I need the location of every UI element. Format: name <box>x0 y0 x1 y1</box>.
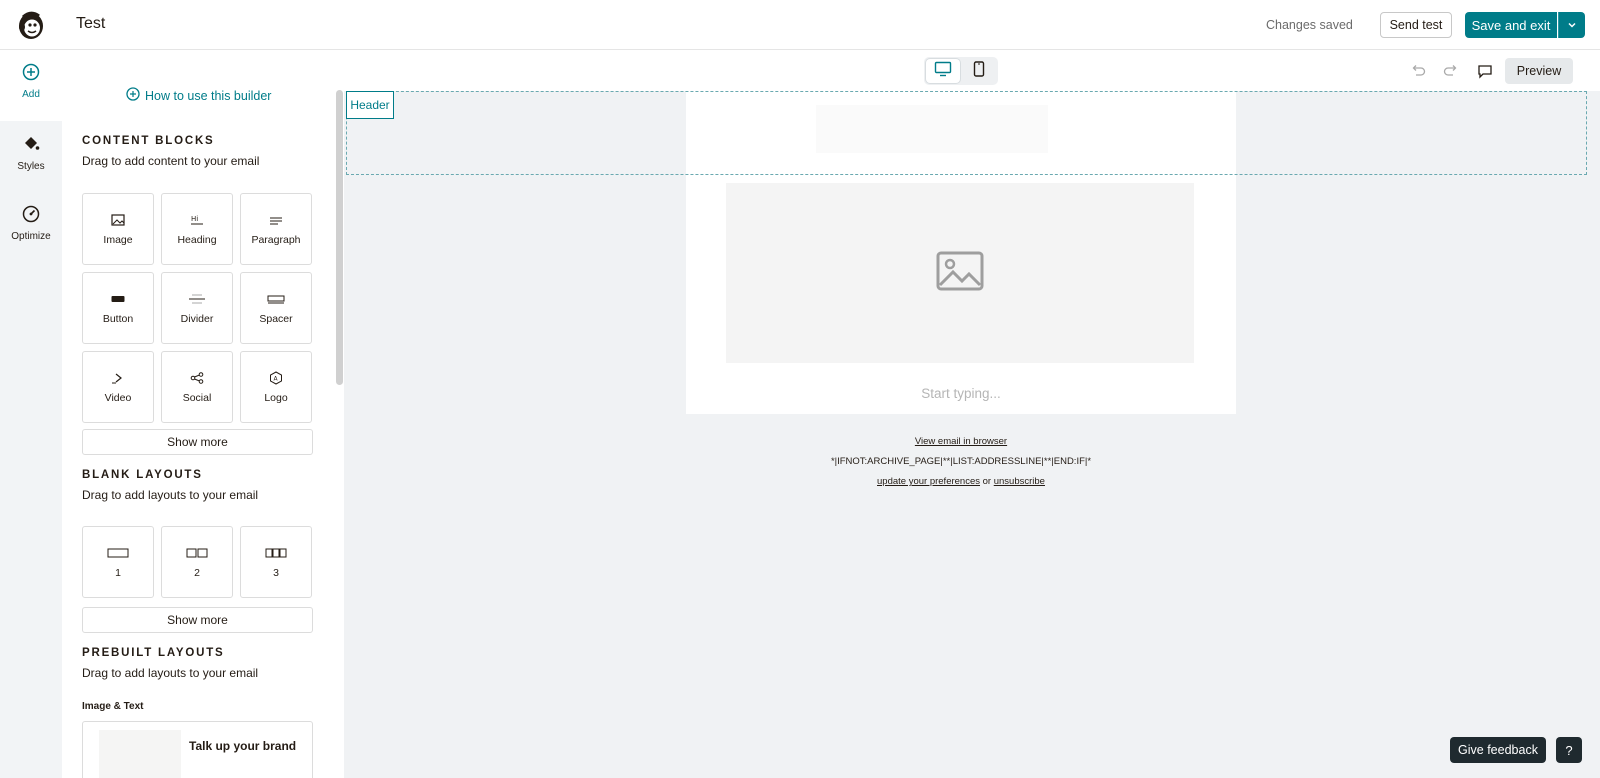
header-section-outline[interactable] <box>346 91 1587 175</box>
send-test-button[interactable]: Send test <box>1380 12 1452 38</box>
unsubscribe-link[interactable]: unsubscribe <box>994 476 1045 487</box>
block-image[interactable]: Image <box>82 193 154 265</box>
blank-layouts-subtitle: Drag to add layouts to your email <box>82 488 259 502</box>
update-preferences-link[interactable]: update your preferences <box>877 476 980 487</box>
block-button[interactable]: Button <box>82 272 154 344</box>
block-social[interactable]: Social <box>161 351 233 423</box>
block-spacer-label: Spacer <box>259 313 293 325</box>
layout-1-label: 1 <box>115 567 121 579</box>
image-block-placeholder[interactable] <box>726 183 1194 363</box>
desktop-view-button[interactable] <box>926 59 960 83</box>
plus-circle-icon <box>22 63 40 84</box>
layout-2-column[interactable]: 2 <box>161 526 233 598</box>
content-blocks-title: CONTENT BLOCKS <box>82 135 215 147</box>
rail-add-label: Add <box>22 89 40 100</box>
chevron-down-icon <box>1567 18 1577 33</box>
svg-text:Hi: Hi <box>191 215 198 223</box>
panel-scrollbar[interactable] <box>336 90 343 385</box>
footer-view-in-browser[interactable]: View email in browser <box>686 436 1236 447</box>
three-column-icon <box>265 545 287 561</box>
footer-or-text: or <box>982 476 992 487</box>
rail-add[interactable]: Add <box>0 51 62 121</box>
top-bar: Test Changes saved Send test Save and ex… <box>0 0 1600 50</box>
divider-icon <box>188 291 206 307</box>
video-icon <box>111 370 125 386</box>
svg-text:A: A <box>274 376 279 383</box>
block-image-label: Image <box>103 234 133 246</box>
image-icon <box>111 212 125 228</box>
footer-merge-line: *|IFNOT:ARCHIVE_PAGE|**|LIST:ADDRESSLINE… <box>830 456 1092 467</box>
block-spacer[interactable]: Spacer <box>240 272 312 344</box>
block-video-label: Video <box>104 392 132 404</box>
left-rail: Add Styles Optimize <box>0 51 62 778</box>
block-heading-label: Heading <box>177 234 217 246</box>
prebuilt-layouts-title: PREBUILT LAYOUTS <box>82 647 225 659</box>
sparkle-help-icon <box>126 87 140 104</box>
block-logo[interactable]: A Logo <box>240 351 312 423</box>
block-divider[interactable]: Divider <box>161 272 233 344</box>
campaign-title[interactable]: Test <box>76 15 105 33</box>
rail-optimize-label: Optimize <box>11 231 51 242</box>
block-divider-label: Divider <box>180 313 214 325</box>
content-blocks-subtitle: Drag to add content to your email <box>82 154 260 168</box>
blank-layouts-title: BLANK LAYOUTS <box>82 469 203 481</box>
image-placeholder-icon <box>936 251 984 296</box>
prebuilt-card-text: Talk up your brand <box>189 739 297 753</box>
paint-bucket-icon <box>22 135 40 156</box>
content-panel: How to use this builder CONTENT BLOCKS D… <box>62 51 337 778</box>
layout-1-column[interactable]: 1 <box>82 526 154 598</box>
block-video[interactable]: Video <box>82 351 154 423</box>
one-column-icon <box>107 545 129 561</box>
block-button-label: Button <box>102 313 134 325</box>
save-status: Changes saved <box>1266 18 1353 32</box>
share-icon <box>190 370 204 386</box>
rail-styles-label: Styles <box>17 161 45 172</box>
header-section-tag[interactable]: Header <box>346 91 394 119</box>
save-options-button[interactable] <box>1558 12 1585 38</box>
block-heading[interactable]: Hi Heading <box>161 193 233 265</box>
desktop-icon <box>934 61 952 82</box>
mobile-view-button[interactable] <box>962 59 996 83</box>
two-column-icon <box>186 545 208 561</box>
preview-button[interactable]: Preview <box>1505 58 1573 84</box>
device-view-toggle <box>924 57 998 85</box>
comment-icon[interactable] <box>1476 62 1494 80</box>
block-paragraph-label: Paragraph <box>251 234 301 246</box>
image-text-group-label: Image & Text <box>82 701 144 712</box>
how-to-use-link[interactable]: How to use this builder <box>126 87 271 104</box>
how-to-use-label: How to use this builder <box>145 88 272 103</box>
spacer-icon <box>267 291 285 307</box>
save-and-exit-button[interactable]: Save and exit <box>1465 12 1557 38</box>
block-social-label: Social <box>182 392 212 404</box>
give-feedback-button[interactable]: Give feedback <box>1450 737 1546 763</box>
mailchimp-logo-icon[interactable] <box>14 8 48 42</box>
blank-layouts-show-more-button[interactable]: Show more <box>82 607 313 633</box>
layout-3-label: 3 <box>273 567 279 579</box>
layout-2-label: 2 <box>194 567 200 579</box>
block-paragraph[interactable]: Paragraph <box>240 193 312 265</box>
logo-hexagon-icon: A <box>269 370 283 386</box>
gauge-icon <box>22 205 40 226</box>
prebuilt-image-text-card[interactable]: Talk up your brand <box>82 721 313 778</box>
redo-icon[interactable] <box>1442 62 1460 80</box>
paragraph-icon <box>269 212 283 228</box>
prebuilt-layouts-subtitle: Drag to add layouts to your email <box>82 666 259 680</box>
content-blocks-show-more-button[interactable]: Show more <box>82 429 313 455</box>
footer-preferences-line: update your preferences or unsubscribe <box>686 476 1236 487</box>
heading-icon: Hi <box>190 212 204 228</box>
view-in-browser-link[interactable]: View email in browser <box>915 436 1007 447</box>
rail-styles[interactable]: Styles <box>0 123 62 187</box>
mobile-icon <box>973 60 985 82</box>
rail-optimize[interactable]: Optimize <box>0 193 62 257</box>
undo-icon[interactable] <box>1409 62 1427 80</box>
help-button[interactable]: ? <box>1556 737 1582 763</box>
block-logo-label: Logo <box>264 392 288 404</box>
button-icon <box>111 291 125 307</box>
text-block-placeholder[interactable]: Start typing... <box>686 386 1236 401</box>
layout-3-column[interactable]: 3 <box>240 526 312 598</box>
prebuilt-thumbnail <box>99 730 181 778</box>
